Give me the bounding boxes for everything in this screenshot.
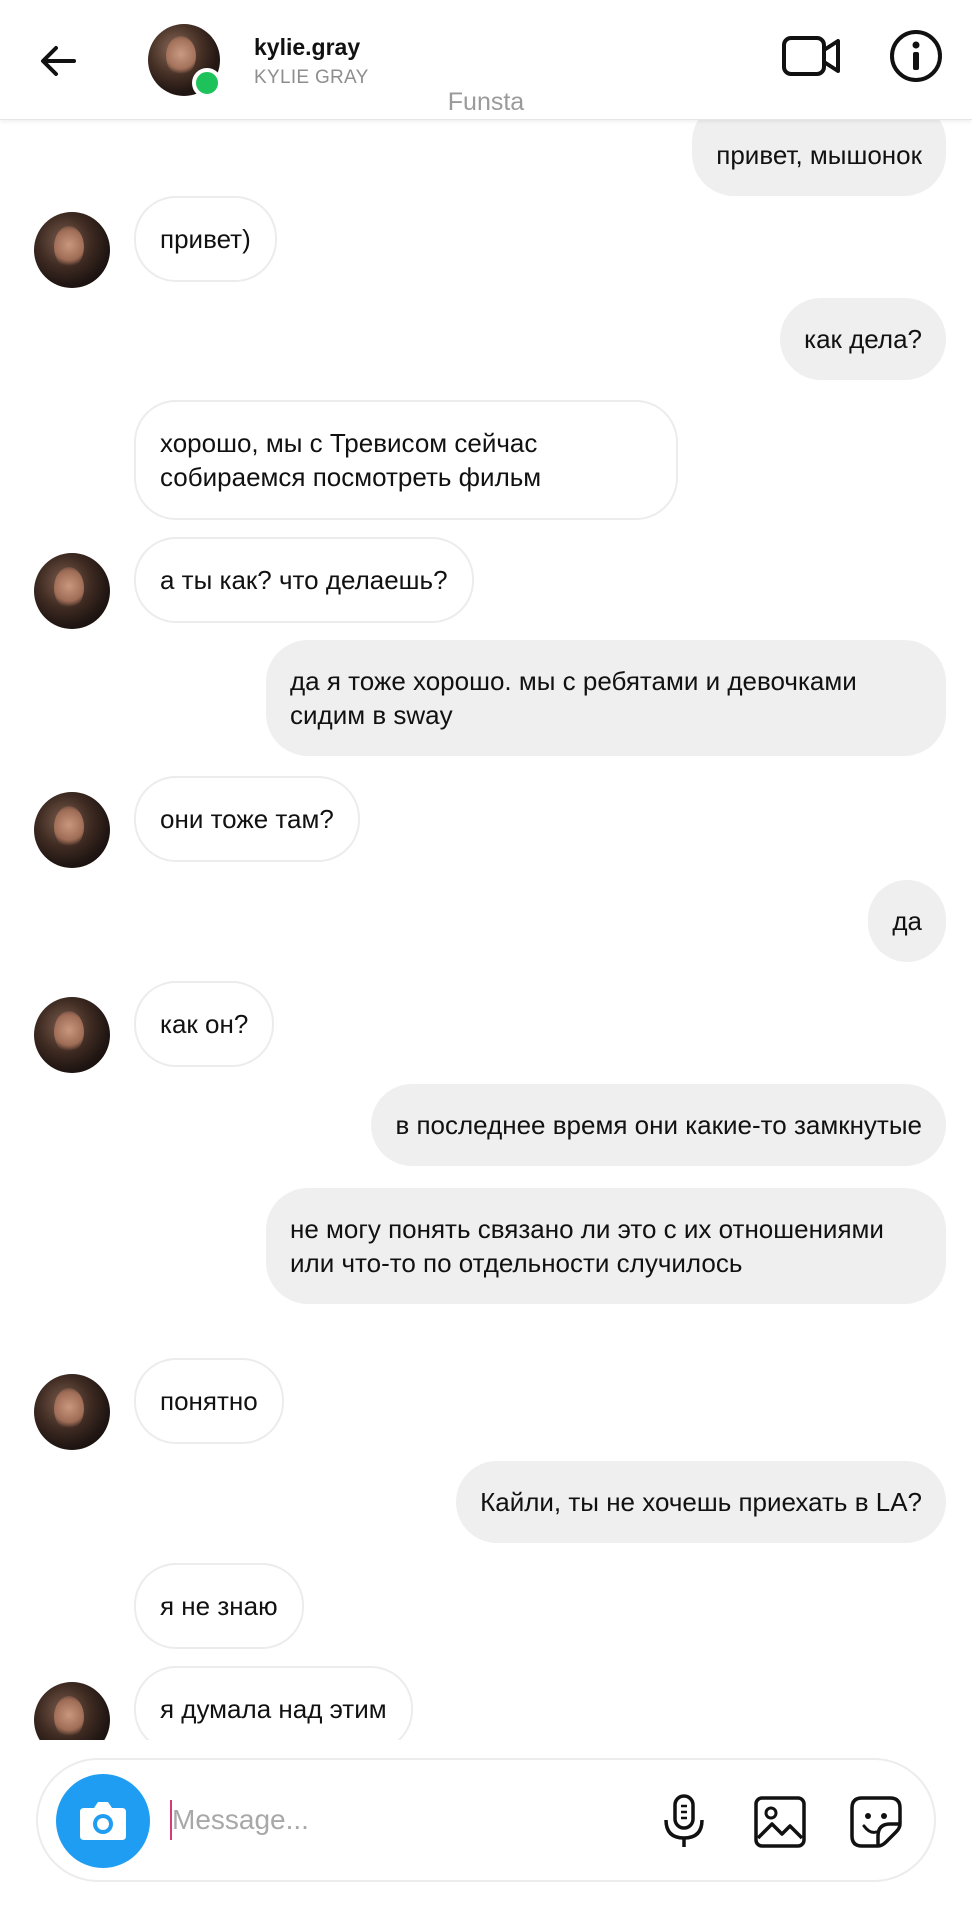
sender-avatar[interactable] (34, 212, 110, 288)
incoming-message[interactable]: я не знаю (134, 1563, 304, 1649)
info-icon (890, 30, 942, 82)
sender-avatar[interactable] (34, 1682, 110, 1740)
camera-button[interactable] (56, 1774, 150, 1868)
online-status-indicator (192, 68, 222, 98)
outgoing-message[interactable]: Кайли, ты не хочешь приехать в LA? (456, 1461, 946, 1543)
sender-avatar[interactable] (34, 1374, 110, 1450)
sticker-button[interactable] (846, 1792, 906, 1852)
chat-full-name: KYLIE GRAY (254, 67, 369, 88)
voice-message-button[interactable] (654, 1792, 714, 1852)
incoming-message[interactable]: как он? (134, 981, 275, 1067)
outgoing-message[interactable]: как дела? (780, 298, 946, 380)
incoming-message[interactable]: привет) (134, 196, 277, 282)
incoming-message[interactable]: они тоже там? (134, 776, 360, 862)
sender-avatar[interactable] (34, 553, 110, 629)
back-arrow-icon (41, 46, 76, 76)
camera-icon (80, 1802, 126, 1840)
outgoing-message[interactable]: в последнее время они какие-то замкнутые (371, 1084, 946, 1166)
sender-avatar[interactable] (34, 997, 110, 1073)
microphone-icon (664, 1794, 704, 1847)
incoming-message[interactable]: понятно (134, 1358, 284, 1444)
video-call-button[interactable] (780, 28, 842, 84)
sender-avatar[interactable] (34, 792, 110, 868)
outgoing-message[interactable]: не могу понять связано ли это с их отнош… (266, 1188, 946, 1304)
sticker-icon (850, 1796, 902, 1848)
message-composer (36, 1758, 936, 1882)
video-call-icon (782, 36, 840, 76)
chat-username[interactable]: kylie.gray (254, 34, 360, 61)
outgoing-message[interactable]: да (868, 880, 946, 962)
account-label: Funsta (447, 88, 525, 116)
back-button[interactable] (34, 36, 84, 86)
outgoing-message[interactable]: да я тоже хорошо. мы с ребятами и девочк… (266, 640, 946, 756)
info-button[interactable] (888, 28, 944, 84)
incoming-message[interactable]: а ты как? что делаешь? (134, 537, 474, 623)
message-input[interactable] (172, 1798, 652, 1842)
message-thread[interactable]: привет, мышонок привет) как дела? хорошо… (0, 120, 972, 1740)
incoming-message[interactable]: хорошо, мы с Тревисом сейчас собираемся … (134, 400, 678, 520)
incoming-message[interactable]: я думала над этим (134, 1666, 413, 1740)
gallery-icon (754, 1796, 806, 1848)
gallery-button[interactable] (750, 1792, 810, 1852)
outgoing-message[interactable]: привет, мышонок (692, 120, 946, 196)
